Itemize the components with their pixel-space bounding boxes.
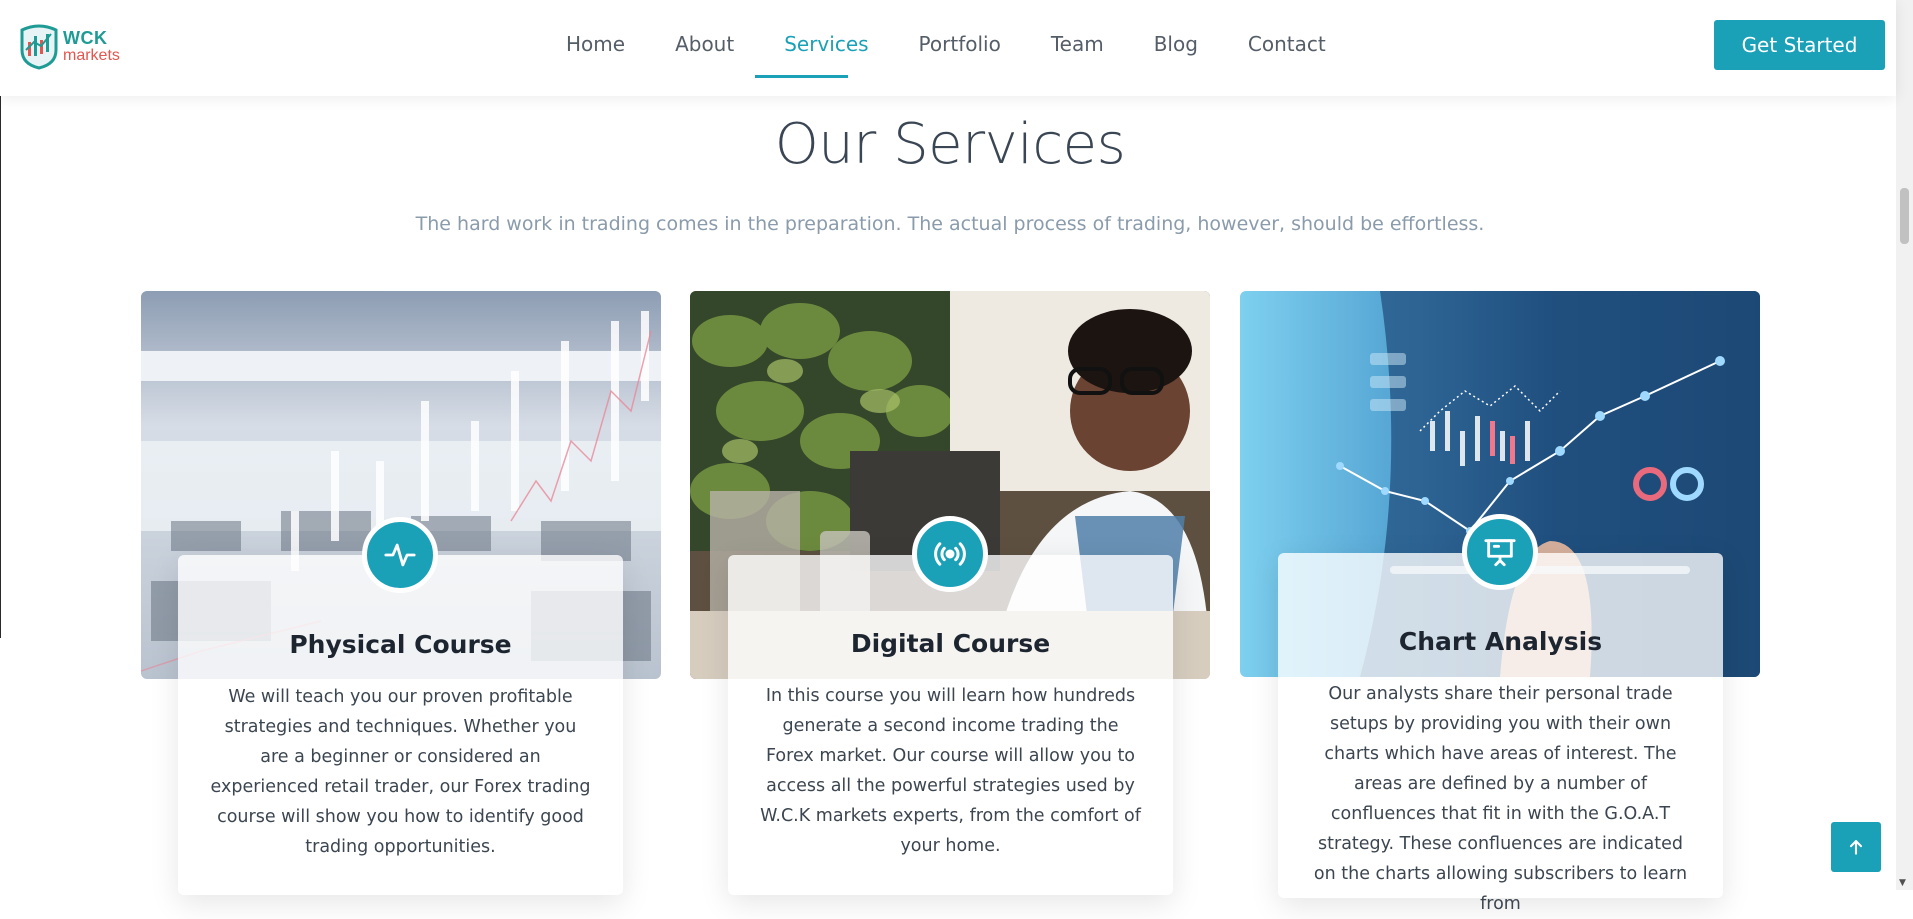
nav-home[interactable]: Home (541, 0, 650, 96)
activity-icon (362, 517, 438, 593)
nav-about[interactable]: About (650, 0, 759, 96)
nav-portfolio[interactable]: Portfolio (894, 0, 1026, 96)
nav-contact[interactable]: Contact (1223, 0, 1351, 96)
logo[interactable]: WCK markets (14, 20, 134, 72)
broadcast-icon (912, 516, 988, 592)
active-nav-indicator (755, 75, 848, 78)
digital-course-text: In this course you will learn how hundre… (760, 686, 1141, 856)
page-scrollbar[interactable]: ▼ (1896, 0, 1913, 890)
logo-text-bottom: markets (63, 47, 120, 64)
scroll-down-icon[interactable]: ▼ (1899, 878, 1906, 888)
main-nav: Home About Services Portfolio Team Blog … (541, 0, 1351, 96)
chart-analysis-text: Our analysts share their personal trade … (1313, 684, 1688, 914)
chart-analysis-title: Chart Analysis (1398, 627, 1603, 656)
section-subtitle: The hard work in trading comes in the pr… (415, 213, 1485, 235)
nav-team[interactable]: Team (1026, 0, 1129, 96)
arrow-up-icon (1849, 840, 1863, 855)
physical-course-text: We will teach you our proven profitable … (210, 687, 591, 857)
site-header: WCK markets Home About Services Portfoli… (0, 0, 1896, 96)
scrollbar-thumb[interactable] (1900, 188, 1909, 244)
physical-course-title: Physical Course (289, 630, 512, 659)
logo-text-top: WCK (63, 28, 108, 48)
presentation-icon (1462, 514, 1538, 590)
section-title: Our Services (774, 112, 1126, 177)
back-to-top-button[interactable] (1831, 822, 1881, 872)
nav-blog[interactable]: Blog (1129, 0, 1223, 96)
digital-course-title: Digital Course (850, 629, 1051, 658)
nav-services[interactable]: Services (759, 0, 893, 96)
logo-chart-icon (20, 24, 58, 70)
get-started-button[interactable]: Get Started (1714, 20, 1885, 70)
